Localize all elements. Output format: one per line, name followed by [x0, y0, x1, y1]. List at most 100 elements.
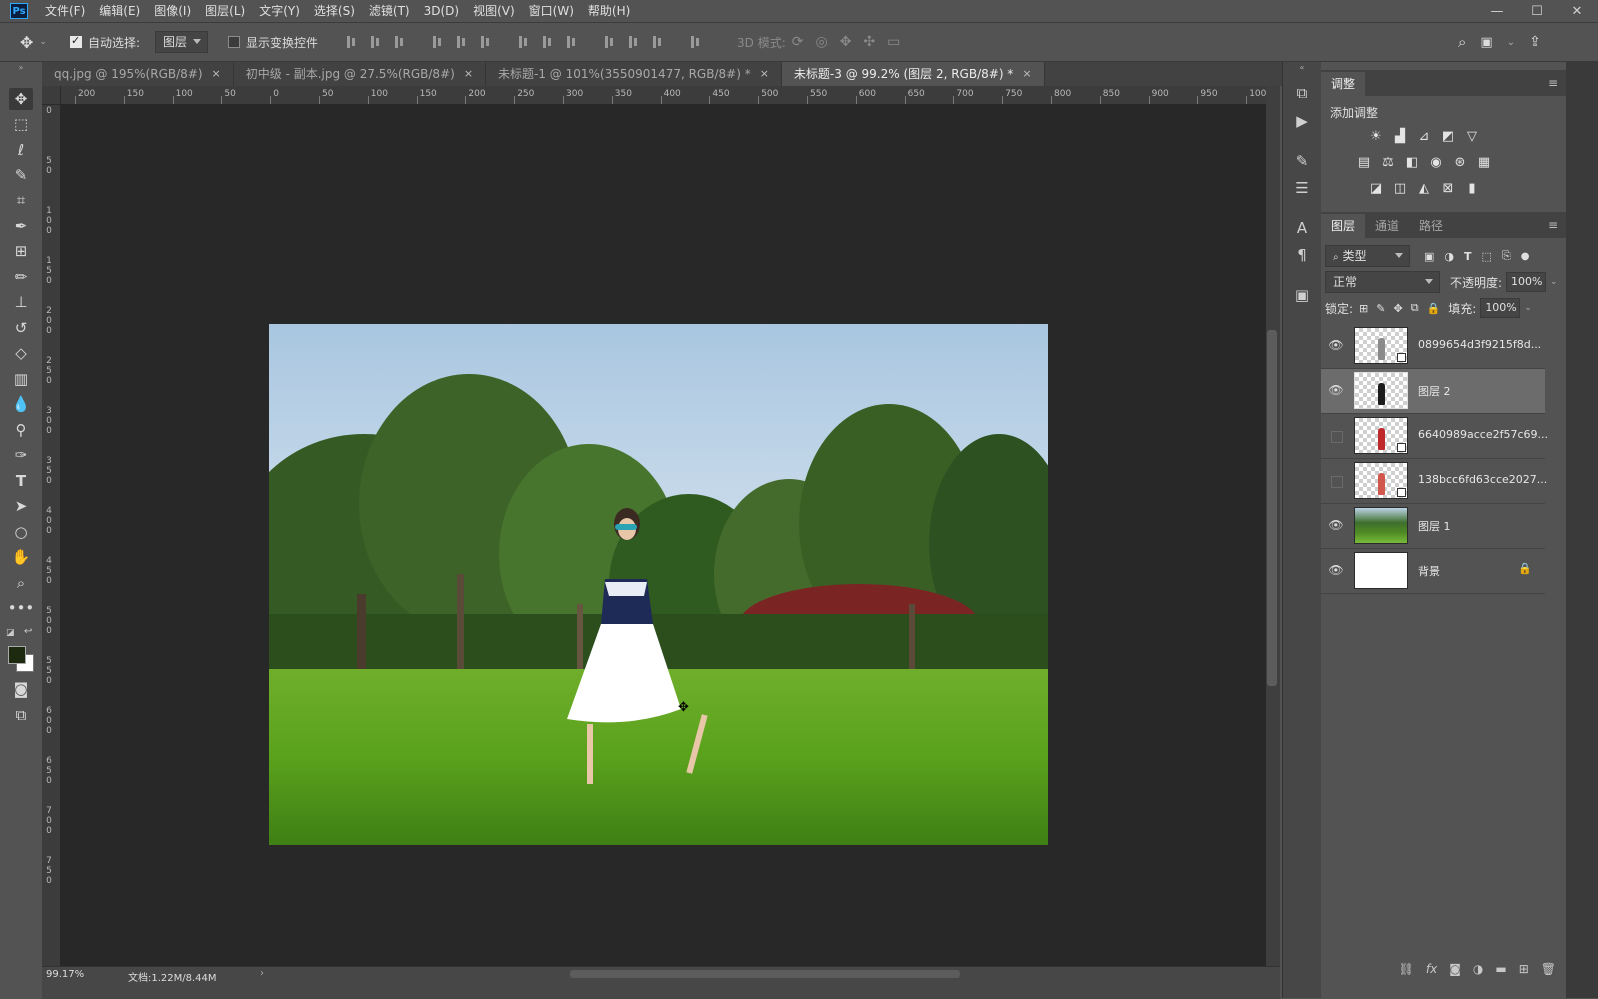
- auto-select-target-select[interactable]: 图层: [155, 31, 209, 53]
- visibility-toggle[interactable]: [1331, 431, 1343, 443]
- chevron-down-icon[interactable]: ⌄: [1507, 37, 1515, 48]
- group-icon[interactable]: ▬: [1495, 962, 1506, 982]
- libraries-panel-icon[interactable]: ▣: [1291, 284, 1313, 306]
- pen-tool-icon[interactable]: ✑: [9, 444, 33, 466]
- filter-pixel-icon[interactable]: ▣: [1424, 250, 1434, 263]
- auto-select-option[interactable]: 自动选择:: [70, 23, 140, 61]
- tab-qq-jpg[interactable]: qq.jpg @ 195%(RGB/8#) ×: [42, 62, 234, 86]
- close-icon[interactable]: ×: [464, 62, 473, 86]
- distribute-bottom-icon[interactable]: [565, 35, 579, 49]
- tab-paths[interactable]: 路径: [1409, 214, 1453, 238]
- filter-toggle-icon[interactable]: ●: [1521, 251, 1530, 262]
- tab-untitled-1[interactable]: 未标题-1 @ 101%(3550901477, RGB/8#) * ×: [486, 62, 782, 86]
- history-panel-icon[interactable]: ⧉: [1291, 82, 1313, 104]
- menu-window[interactable]: 窗口(W): [522, 0, 581, 22]
- visibility-eye-icon[interactable]: 👁: [1328, 383, 1343, 397]
- close-icon[interactable]: ×: [760, 62, 769, 86]
- menu-edit[interactable]: 编辑(E): [92, 0, 147, 22]
- layer-filter-select[interactable]: ⌕ 类型: [1325, 245, 1410, 267]
- distribute-left-icon[interactable]: [603, 35, 617, 49]
- align-bottom-edges-icon[interactable]: [393, 35, 407, 49]
- auto-align-layers-icon[interactable]: [689, 35, 703, 49]
- link-icon[interactable]: ⛓: [1399, 962, 1414, 982]
- distribute-top-icon[interactable]: [517, 35, 531, 49]
- default-colors-icon[interactable]: ◪: [6, 628, 15, 638]
- tab-adjustments[interactable]: 调整: [1321, 72, 1366, 96]
- menu-layer[interactable]: 图层(L): [198, 0, 252, 22]
- healing-brush-tool-icon[interactable]: ⊞: [9, 240, 33, 262]
- channel-mixer-icon[interactable]: ⊛: [1452, 154, 1468, 170]
- eyedropper-tool-icon[interactable]: ✒: [9, 215, 33, 237]
- minimize-button[interactable]: —: [1484, 4, 1510, 19]
- black-white-icon[interactable]: ◧: [1404, 154, 1420, 170]
- magic-wand-tool-icon[interactable]: ✎: [9, 164, 33, 186]
- chevron-down-icon[interactable]: ⌄: [1524, 303, 1532, 313]
- tab-channels[interactable]: 通道: [1365, 214, 1409, 238]
- zoom-tool-icon[interactable]: ⌕: [9, 572, 33, 594]
- filter-type-icon[interactable]: T: [1464, 250, 1472, 263]
- blur-tool-icon[interactable]: 💧: [9, 393, 33, 415]
- layer-row[interactable]: 138bcc6fd63cce2027...: [1321, 459, 1547, 504]
- brush-tool-icon[interactable]: ✏: [9, 266, 33, 288]
- dodge-tool-icon[interactable]: ⚲: [9, 419, 33, 441]
- vertical-scroll-thumb[interactable]: [1267, 330, 1277, 686]
- close-icon[interactable]: ×: [1022, 62, 1031, 86]
- panel-menu-icon[interactable]: ≡: [1548, 218, 1558, 232]
- balance-icon[interactable]: ⚖: [1380, 154, 1396, 170]
- selective-color-icon[interactable]: ⊠: [1440, 180, 1456, 196]
- menu-select[interactable]: 选择(S): [307, 0, 362, 22]
- clone-stamp-tool-icon[interactable]: ⊥: [9, 291, 33, 313]
- visibility-eye-icon[interactable]: 👁: [1328, 338, 1343, 352]
- tab-layers[interactable]: 图层: [1321, 214, 1366, 238]
- close-window-button[interactable]: ✕: [1564, 4, 1590, 19]
- posterize-icon[interactable]: ◫: [1392, 180, 1408, 196]
- gradient-tool-icon[interactable]: ▥: [9, 368, 33, 390]
- lock-position-icon[interactable]: ✥: [1393, 302, 1402, 315]
- ruler-origin[interactable]: [42, 86, 61, 105]
- adjustment-layer-icon[interactable]: ◑: [1473, 962, 1483, 982]
- photo-filter-icon[interactable]: ◉: [1428, 154, 1444, 170]
- align-vertical-centers-icon[interactable]: [369, 35, 383, 49]
- layer-row[interactable]: 👁 0899654d3f9215f8d...: [1321, 324, 1545, 369]
- filter-shape-icon[interactable]: ⬚: [1482, 250, 1492, 263]
- status-menu-chevron-icon[interactable]: ›: [260, 968, 264, 979]
- paragraph-panel-icon[interactable]: ¶: [1291, 244, 1313, 266]
- menu-view[interactable]: 视图(V): [466, 0, 522, 22]
- mask-icon[interactable]: ◙: [1449, 962, 1461, 982]
- new-layer-icon[interactable]: ⊞: [1519, 962, 1529, 982]
- show-transform-option[interactable]: 显示变换控件: [228, 23, 318, 61]
- align-left-edges-icon[interactable]: [431, 35, 445, 49]
- move-tool-preset[interactable]: ✥ ⌄: [20, 23, 47, 61]
- opacity-input[interactable]: 100%: [1506, 272, 1547, 292]
- more-tools-icon[interactable]: •••: [8, 597, 35, 619]
- panel-menu-icon[interactable]: ≡: [1548, 76, 1558, 90]
- tab-chuzhongji[interactable]: 初中级 - 副本.jpg @ 27.5%(RGB/8#) ×: [234, 62, 487, 86]
- invert-icon[interactable]: ◪: [1368, 180, 1384, 196]
- screen-mode-icon[interactable]: ⧉: [9, 704, 33, 726]
- layer-row[interactable]: 👁 图层 1: [1321, 504, 1545, 549]
- lock-artboard-icon[interactable]: ⧉: [1411, 301, 1419, 315]
- gradient-map-icon[interactable]: ▮: [1464, 180, 1480, 196]
- marquee-tool-icon[interactable]: ⬚: [9, 113, 33, 135]
- zoom-level[interactable]: 99.17%: [46, 969, 84, 980]
- fill-input[interactable]: 100%: [1480, 298, 1521, 318]
- hand-tool-icon[interactable]: ✋: [9, 546, 33, 568]
- curves-icon[interactable]: ⊿: [1416, 128, 1432, 144]
- 3d-roll-icon[interactable]: ◎: [815, 34, 827, 50]
- trash-icon[interactable]: 🗑: [1541, 962, 1556, 982]
- 3d-pan-icon[interactable]: ✥: [840, 34, 852, 50]
- visibility-eye-icon[interactable]: 👁: [1328, 518, 1343, 532]
- color-lookup-icon[interactable]: ▦: [1476, 154, 1492, 170]
- workspace-icon[interactable]: ▣: [1480, 35, 1492, 50]
- blend-mode-select[interactable]: 正常: [1325, 271, 1440, 293]
- collapse-toolbar-icon[interactable]: »: [9, 62, 33, 72]
- distribute-vcenter-icon[interactable]: [541, 35, 555, 49]
- menu-file[interactable]: 文件(F): [38, 0, 92, 22]
- brush-presets-icon[interactable]: ✎: [1291, 150, 1313, 172]
- layer-row[interactable]: 👁 背景 🔒: [1321, 549, 1545, 594]
- maximize-button[interactable]: ☐: [1524, 4, 1550, 19]
- distribute-hcenter-icon[interactable]: [627, 35, 641, 49]
- chevron-down-icon[interactable]: ⌄: [1550, 277, 1558, 287]
- document-image[interactable]: [269, 324, 1048, 845]
- layer-row[interactable]: 👁 图层 2: [1321, 369, 1545, 414]
